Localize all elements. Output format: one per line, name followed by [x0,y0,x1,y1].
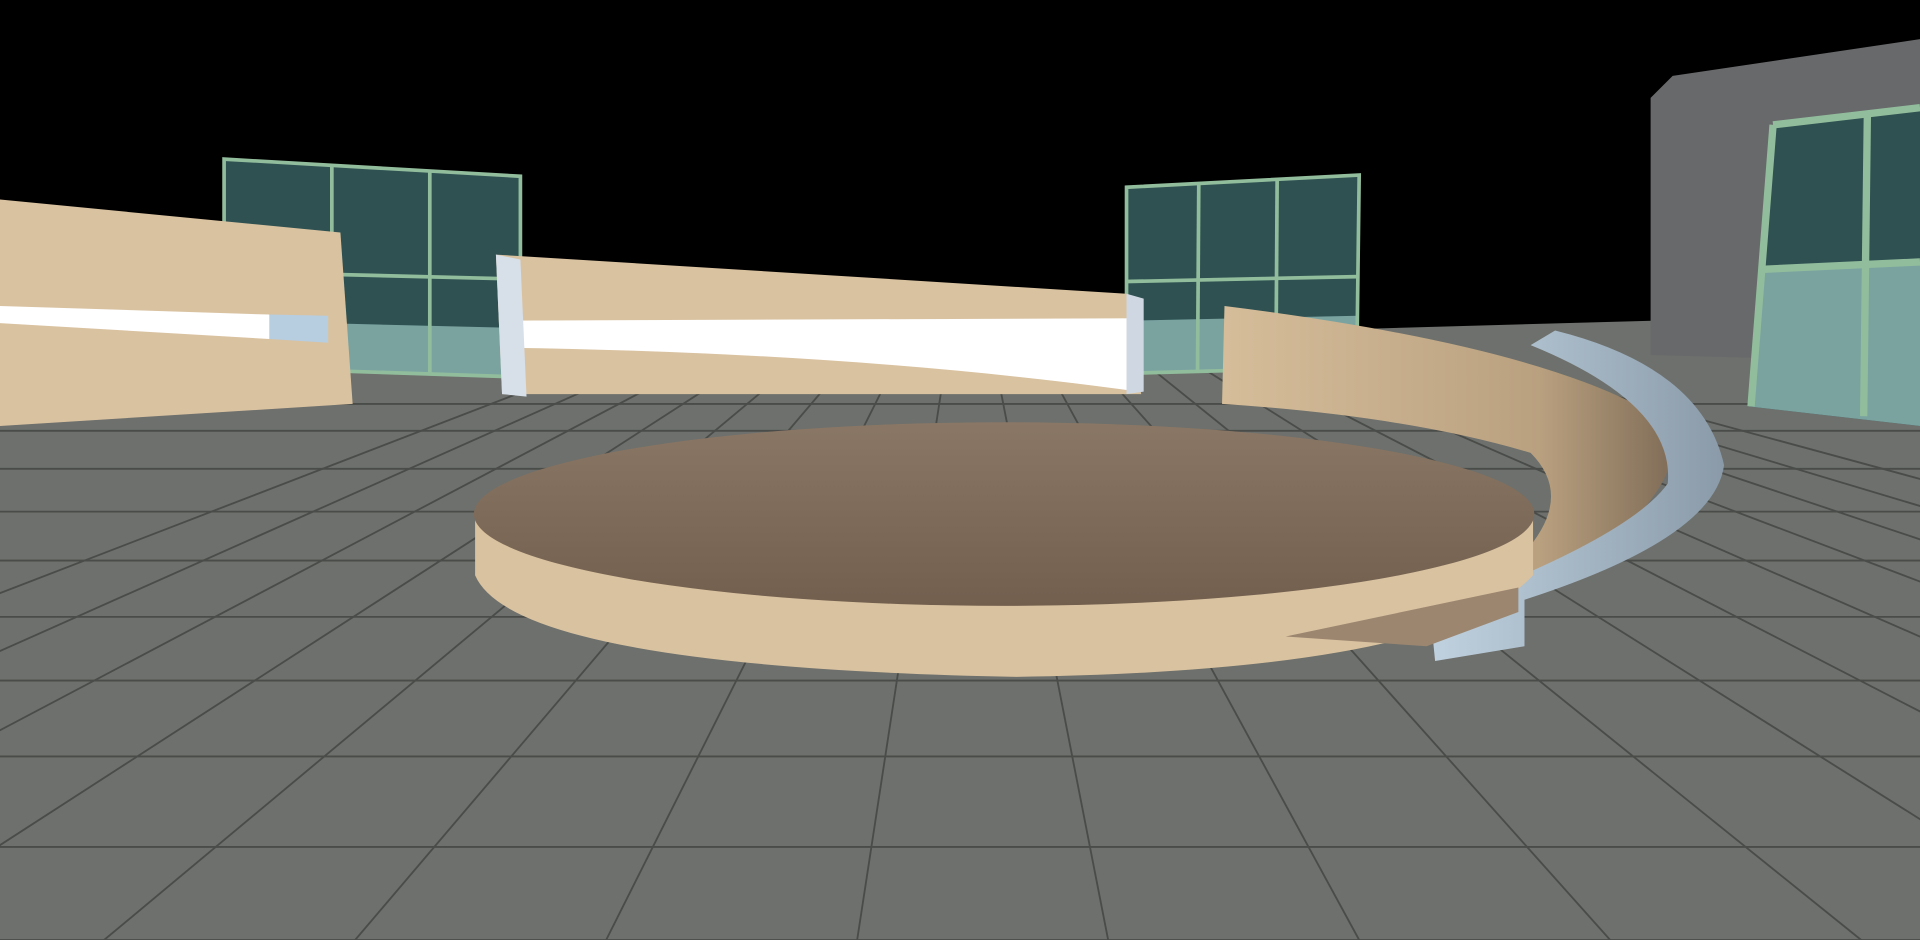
round-stage [473,422,1535,677]
3d-viewport[interactable] [0,0,1920,940]
stage-top [473,422,1535,606]
left-wood-wall [0,199,353,426]
